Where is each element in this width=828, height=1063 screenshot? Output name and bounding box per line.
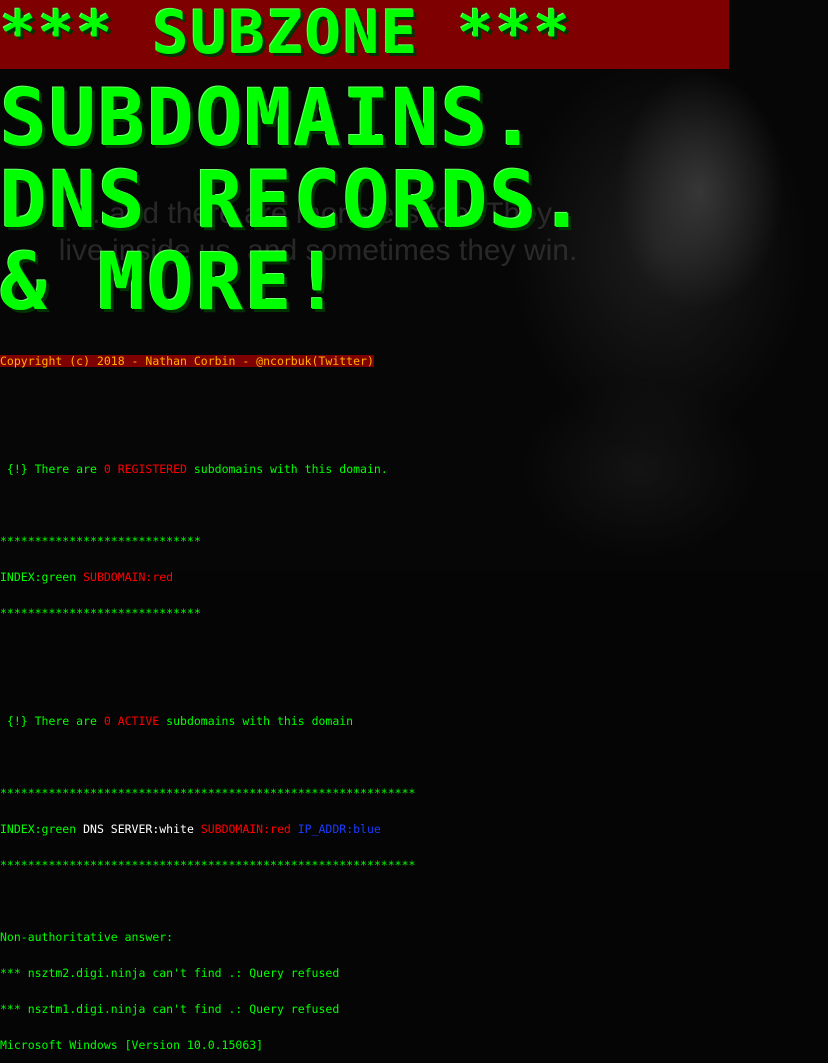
windows-version: Microsoft Windows [Version 10.0.15063]	[0, 1038, 264, 1052]
active-count: 0 ACTIVE	[103, 714, 160, 728]
index-legend-2: INDEX:green DNS SERVER:white SUBDOMAIN:r…	[0, 822, 381, 836]
nslookup-error-1: *** nsztm1.digi.ninja can't find .: Quer…	[0, 1002, 340, 1016]
banner-line-subdomains: SUBDOMAINS.	[0, 74, 539, 164]
separator: ****************************************…	[0, 858, 416, 872]
active-status: {!} There are 0 ACTIVE subdomains with t…	[0, 714, 354, 728]
separator: *****************************	[0, 606, 201, 620]
index-legend-1: INDEX:green SUBDOMAIN:red	[0, 570, 174, 584]
registered-status: {!} There are 0 REGISTERED subdomains wi…	[0, 462, 388, 476]
terminal-output: Copyright (c) 2018 - Nathan Corbin - @nc…	[0, 331, 415, 1063]
nonauthoritative-answer: Non-authoritative answer:	[0, 930, 174, 944]
separator: ****************************************…	[0, 786, 416, 800]
copyright-text: Copyright (c) 2018 - Nathan Corbin - @nc…	[0, 354, 374, 368]
banner-line-more: & MORE!	[0, 238, 343, 328]
separator: *****************************	[0, 534, 201, 548]
banner-line-dns-records: DNS RECORDS.	[0, 156, 588, 246]
registered-count: 0 REGISTERED	[103, 462, 187, 476]
banner-title: *** SUBZONE ***	[0, 0, 572, 68]
nslookup-error-2: *** nsztm2.digi.ninja can't find .: Quer…	[0, 966, 340, 980]
